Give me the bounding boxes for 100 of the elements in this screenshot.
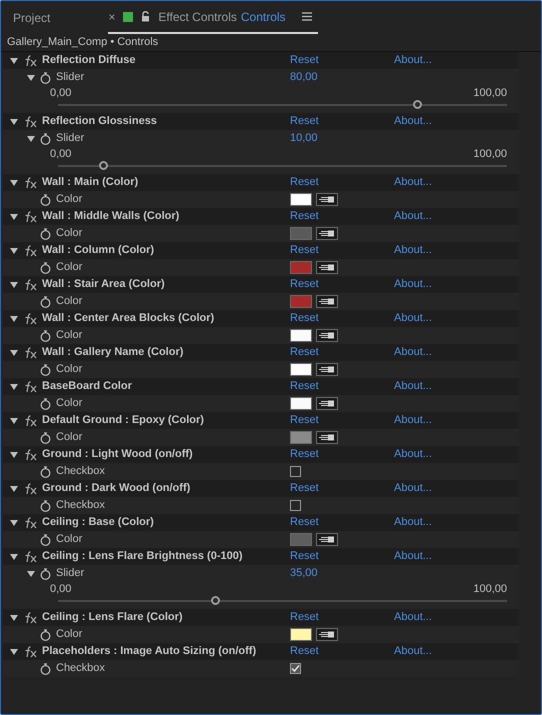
slider-thumb[interactable] <box>211 596 220 605</box>
collapse-triangle-icon[interactable] <box>10 450 18 458</box>
slider-value[interactable]: 80,00 <box>290 69 318 86</box>
color-swatch[interactable] <box>290 329 312 342</box>
checkbox[interactable] <box>290 663 301 674</box>
eyedropper-button[interactable] <box>316 431 338 444</box>
stopwatch-icon[interactable] <box>40 262 51 274</box>
about-link[interactable]: About... <box>394 310 432 327</box>
eyedropper-button[interactable] <box>316 261 338 274</box>
stopwatch-icon[interactable] <box>40 534 51 546</box>
stopwatch-icon[interactable] <box>40 398 51 410</box>
color-swatch[interactable] <box>290 261 312 274</box>
tab[interactable]: × Effect Controls Controls <box>108 1 318 34</box>
color-swatch[interactable] <box>290 431 312 444</box>
eyedropper-button[interactable] <box>316 397 338 410</box>
stopwatch-icon[interactable] <box>40 194 51 206</box>
reset-link[interactable]: Reset <box>290 52 394 69</box>
reset-link[interactable]: Reset <box>290 480 394 497</box>
stopwatch-icon[interactable] <box>40 568 51 580</box>
eyedropper-button[interactable] <box>316 295 338 308</box>
about-link[interactable]: About... <box>394 514 432 531</box>
reset-link[interactable]: Reset <box>290 276 394 293</box>
reset-link[interactable]: Reset <box>290 174 394 191</box>
reset-link[interactable]: Reset <box>290 412 394 429</box>
stopwatch-icon[interactable] <box>40 628 51 640</box>
collapse-triangle-icon[interactable] <box>10 614 18 622</box>
collapse-triangle-icon[interactable] <box>10 280 18 288</box>
reset-link[interactable]: Reset <box>290 609 394 626</box>
close-tab-button[interactable]: × <box>108 8 116 26</box>
reset-link[interactable]: Reset <box>290 242 394 259</box>
eyedropper-button[interactable] <box>316 227 338 240</box>
eyedropper-button[interactable] <box>316 193 338 206</box>
collapse-triangle-icon[interactable] <box>10 648 18 656</box>
stopwatch-icon[interactable] <box>40 662 51 674</box>
stopwatch-icon[interactable] <box>40 72 51 84</box>
lock-icon[interactable] <box>141 11 150 22</box>
checkbox[interactable] <box>290 500 301 511</box>
reset-link[interactable]: Reset <box>290 310 394 327</box>
collapse-triangle-icon[interactable] <box>27 570 35 578</box>
about-link[interactable]: About... <box>394 174 432 191</box>
stopwatch-icon[interactable] <box>40 296 51 308</box>
color-swatch[interactable] <box>290 628 312 641</box>
about-link[interactable]: About... <box>394 344 432 361</box>
reset-link[interactable]: Reset <box>290 514 394 531</box>
about-link[interactable]: About... <box>394 113 432 130</box>
about-link[interactable]: About... <box>394 276 432 293</box>
collapse-triangle-icon[interactable] <box>10 382 18 390</box>
slider-value[interactable]: 35,00 <box>290 565 318 582</box>
stopwatch-icon[interactable] <box>40 364 51 376</box>
about-link[interactable]: About... <box>394 609 432 626</box>
collapse-triangle-icon[interactable] <box>10 348 18 356</box>
stopwatch-icon[interactable] <box>40 432 51 444</box>
about-link[interactable]: About... <box>394 412 432 429</box>
about-link[interactable]: About... <box>394 548 432 565</box>
reset-link[interactable]: Reset <box>290 113 394 130</box>
collapse-triangle-icon[interactable] <box>10 484 18 492</box>
stopwatch-icon[interactable] <box>40 132 51 144</box>
about-link[interactable]: About... <box>394 378 432 395</box>
about-link[interactable]: About... <box>394 643 432 660</box>
collapse-triangle-icon[interactable] <box>27 134 35 142</box>
reset-link[interactable]: Reset <box>290 446 394 463</box>
collapse-triangle-icon[interactable] <box>10 178 18 186</box>
stopwatch-icon[interactable] <box>40 330 51 342</box>
slider-thumb[interactable] <box>98 161 108 170</box>
color-swatch[interactable] <box>290 397 312 410</box>
stopwatch-icon[interactable] <box>40 466 51 478</box>
collapse-triangle-icon[interactable] <box>10 314 18 322</box>
color-swatch[interactable] <box>290 533 312 546</box>
about-link[interactable]: About... <box>394 480 432 497</box>
eyedropper-button[interactable] <box>316 329 338 342</box>
collapse-triangle-icon[interactable] <box>10 56 18 64</box>
slider-thumb[interactable] <box>413 100 422 109</box>
checkbox[interactable] <box>290 466 301 477</box>
reset-link[interactable]: Reset <box>290 548 394 565</box>
eyedropper-button[interactable] <box>316 533 338 546</box>
about-link[interactable]: About... <box>394 446 432 463</box>
reset-link[interactable]: Reset <box>290 208 394 225</box>
collapse-triangle-icon[interactable] <box>10 118 18 126</box>
eyedropper-button[interactable] <box>316 363 338 376</box>
collapse-triangle-icon[interactable] <box>10 552 18 560</box>
menu-icon[interactable] <box>302 12 312 21</box>
tab[interactable]: Project <box>13 8 100 26</box>
about-link[interactable]: About... <box>394 208 432 225</box>
color-swatch[interactable] <box>290 363 312 376</box>
about-link[interactable]: About... <box>394 242 432 259</box>
reset-link[interactable]: Reset <box>290 344 394 361</box>
eyedropper-button[interactable] <box>316 628 338 641</box>
stopwatch-icon[interactable] <box>40 500 51 512</box>
color-swatch[interactable] <box>290 295 312 308</box>
color-swatch[interactable] <box>290 227 312 240</box>
reset-link[interactable]: Reset <box>290 643 394 660</box>
slider-value[interactable]: 10,00 <box>290 130 318 147</box>
about-link[interactable]: About... <box>394 52 432 69</box>
collapse-triangle-icon[interactable] <box>27 74 35 82</box>
collapse-triangle-icon[interactable] <box>10 416 18 424</box>
color-swatch[interactable] <box>290 193 312 206</box>
stopwatch-icon[interactable] <box>40 228 51 240</box>
reset-link[interactable]: Reset <box>290 378 394 395</box>
collapse-triangle-icon[interactable] <box>10 212 18 220</box>
collapse-triangle-icon[interactable] <box>10 518 18 526</box>
